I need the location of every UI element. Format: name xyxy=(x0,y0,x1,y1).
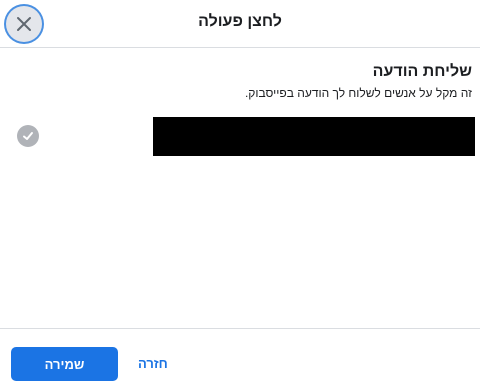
section-description: זה מקל על אנשים לשלוח לך הודעה בפייסבוק. xyxy=(244,86,472,100)
section-title: שליחת הודעה xyxy=(372,63,472,80)
action-button-dialog: לחצן פעולה שליחת הודעה זה מקל על אנשים ל… xyxy=(0,0,480,389)
save-button[interactable]: שמירה xyxy=(11,347,118,381)
check-circle-icon xyxy=(17,125,39,147)
back-button[interactable]: חזרה xyxy=(138,347,168,381)
redacted-input-field[interactable] xyxy=(153,117,475,156)
dialog-title: לחצן פעולה xyxy=(198,13,282,30)
dialog-footer: שמירה חזרה xyxy=(0,328,480,389)
dialog-header: לחצן פעולה xyxy=(0,0,480,48)
